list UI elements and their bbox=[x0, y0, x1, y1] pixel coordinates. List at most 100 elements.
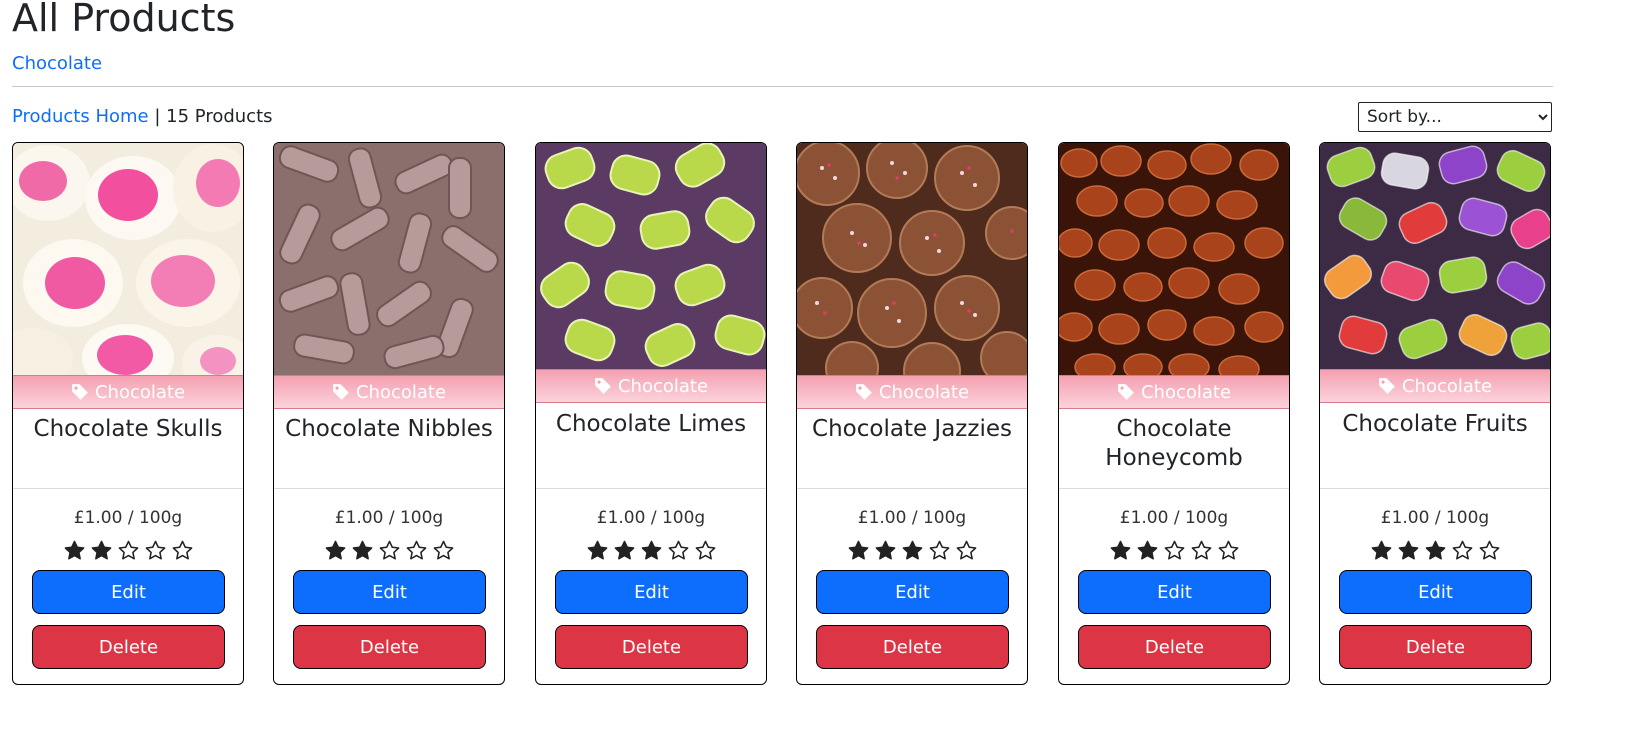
product-name: Chocolate Nibbles bbox=[285, 416, 493, 442]
category-badge: Chocolate bbox=[797, 375, 1027, 409]
card-divider bbox=[13, 488, 243, 489]
jazzies-image bbox=[797, 143, 1027, 375]
rating-stars bbox=[1320, 539, 1550, 562]
rating-stars bbox=[536, 539, 766, 562]
products-page: All Products Chocolate Products Home | 1… bbox=[0, 0, 1649, 733]
rating-stars bbox=[1059, 539, 1289, 562]
star-empty-icon bbox=[171, 539, 194, 562]
tag-icon bbox=[1378, 377, 1396, 395]
category-link-chocolate[interactable]: Chocolate bbox=[12, 52, 102, 76]
category-label: Chocolate bbox=[878, 381, 970, 403]
tag-icon bbox=[855, 383, 873, 401]
edit-button[interactable]: Edit bbox=[1339, 570, 1532, 614]
card-divider bbox=[1320, 488, 1550, 489]
delete-button[interactable]: Delete bbox=[555, 625, 748, 669]
tag-icon bbox=[1117, 383, 1135, 401]
results-summary: Products Home | 15 Products bbox=[12, 105, 273, 129]
product-price: £1.00 / 100g bbox=[1380, 508, 1490, 528]
category-badge: Chocolate bbox=[1320, 369, 1550, 403]
fruit-sweets-image bbox=[1320, 143, 1550, 369]
product-card: Chocolate Chocolate Nibbles £1.00 / 100g… bbox=[273, 142, 505, 685]
star-filled-icon bbox=[613, 539, 636, 562]
edit-button[interactable]: Edit bbox=[1078, 570, 1271, 614]
lime-sweets-image bbox=[536, 143, 766, 369]
star-empty-icon bbox=[955, 539, 978, 562]
category-label: Chocolate bbox=[1401, 375, 1493, 397]
star-filled-icon bbox=[1424, 539, 1447, 562]
product-price: £1.00 / 100g bbox=[73, 508, 183, 528]
product-image[interactable] bbox=[1320, 143, 1550, 369]
rating-stars bbox=[274, 539, 504, 562]
card-divider bbox=[1059, 488, 1289, 489]
star-empty-icon bbox=[432, 539, 455, 562]
page-title: All Products bbox=[12, 0, 236, 40]
product-count: 15 Products bbox=[166, 106, 273, 127]
delete-button[interactable]: Delete bbox=[1078, 625, 1271, 669]
star-empty-icon bbox=[117, 539, 140, 562]
star-empty-icon bbox=[144, 539, 167, 562]
delete-button[interactable]: Delete bbox=[293, 625, 486, 669]
product-image[interactable] bbox=[536, 143, 766, 369]
star-filled-icon bbox=[90, 539, 113, 562]
nibbles-image bbox=[274, 143, 504, 375]
category-badge: Chocolate bbox=[536, 369, 766, 403]
product-image[interactable] bbox=[274, 143, 504, 375]
star-filled-icon bbox=[586, 539, 609, 562]
product-image[interactable] bbox=[13, 143, 243, 375]
separator: | bbox=[154, 106, 161, 127]
product-card: Chocolate Chocolate Honeycomb £1.00 / 10… bbox=[1058, 142, 1290, 685]
product-card: Chocolate Chocolate Limes £1.00 / 100g E… bbox=[535, 142, 767, 685]
star-filled-icon bbox=[351, 539, 374, 562]
honeycomb-image bbox=[1059, 143, 1289, 375]
product-card: Chocolate Chocolate Skulls £1.00 / 100g … bbox=[12, 142, 244, 685]
product-name: Chocolate Honeycomb bbox=[1105, 416, 1243, 471]
star-empty-icon bbox=[928, 539, 951, 562]
star-filled-icon bbox=[847, 539, 870, 562]
product-price: £1.00 / 100g bbox=[334, 508, 444, 528]
category-label: Chocolate bbox=[355, 381, 447, 403]
edit-button[interactable]: Edit bbox=[816, 570, 1009, 614]
edit-button[interactable]: Edit bbox=[293, 570, 486, 614]
star-empty-icon bbox=[1163, 539, 1186, 562]
delete-button[interactable]: Delete bbox=[816, 625, 1009, 669]
product-card: Chocolate Chocolate Fruits £1.00 / 100g … bbox=[1319, 142, 1551, 685]
category-badge: Chocolate bbox=[1059, 375, 1289, 409]
star-filled-icon bbox=[1370, 539, 1393, 562]
star-filled-icon bbox=[63, 539, 86, 562]
product-image[interactable] bbox=[1059, 143, 1289, 375]
tag-icon bbox=[332, 383, 350, 401]
skull-sweets-image bbox=[13, 143, 243, 375]
star-empty-icon bbox=[1478, 539, 1501, 562]
category-badge: Chocolate bbox=[274, 375, 504, 409]
star-filled-icon bbox=[324, 539, 347, 562]
category-label: Chocolate bbox=[1140, 381, 1232, 403]
star-empty-icon bbox=[667, 539, 690, 562]
delete-button[interactable]: Delete bbox=[1339, 625, 1532, 669]
rating-stars bbox=[13, 539, 243, 562]
rating-stars bbox=[797, 539, 1027, 562]
product-image[interactable] bbox=[797, 143, 1027, 375]
tag-icon bbox=[71, 383, 89, 401]
star-filled-icon bbox=[874, 539, 897, 562]
product-card: Chocolate Chocolate Jazzies £1.00 / 100g… bbox=[796, 142, 1028, 685]
products-home-link[interactable]: Products Home bbox=[12, 106, 149, 127]
star-filled-icon bbox=[901, 539, 924, 562]
star-empty-icon bbox=[378, 539, 401, 562]
card-divider bbox=[536, 488, 766, 489]
product-price: £1.00 / 100g bbox=[857, 508, 967, 528]
sort-select[interactable]: Sort by... bbox=[1358, 102, 1552, 132]
star-empty-icon bbox=[405, 539, 428, 562]
card-divider bbox=[274, 488, 504, 489]
star-empty-icon bbox=[1190, 539, 1213, 562]
tag-icon bbox=[594, 377, 612, 395]
product-price: £1.00 / 100g bbox=[596, 508, 706, 528]
edit-button[interactable]: Edit bbox=[555, 570, 748, 614]
delete-button[interactable]: Delete bbox=[32, 625, 225, 669]
edit-button[interactable]: Edit bbox=[32, 570, 225, 614]
product-price: £1.00 / 100g bbox=[1119, 508, 1229, 528]
star-filled-icon bbox=[1397, 539, 1420, 562]
star-filled-icon bbox=[640, 539, 663, 562]
card-divider bbox=[797, 488, 1027, 489]
star-empty-icon bbox=[694, 539, 717, 562]
product-name: Chocolate Skulls bbox=[33, 416, 223, 442]
